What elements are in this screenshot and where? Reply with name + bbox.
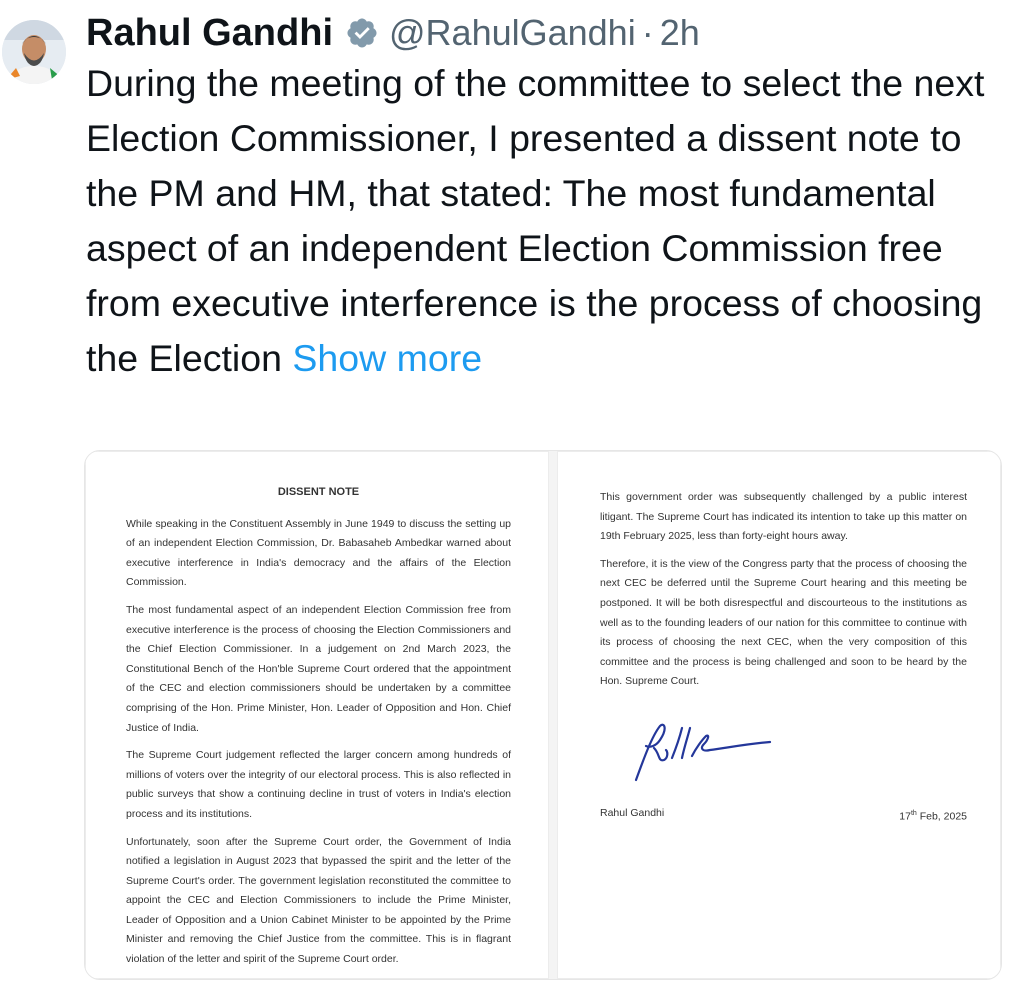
author-avatar[interactable] xyxy=(2,20,66,84)
tweet-media[interactable]: DISSENT NOTE While speaking in the Const… xyxy=(84,450,1002,980)
document-paragraph: Therefore, it is the view of the Congres… xyxy=(600,557,967,688)
author-handle[interactable]: @RahulGandhi xyxy=(389,12,636,54)
document-paragraph: The most fundamental aspect of an indepe… xyxy=(126,603,511,734)
signatory-name: Rahul Gandhi xyxy=(600,806,665,819)
document-title: DISSENT NOTE xyxy=(277,486,360,498)
document-page-2[interactable]: This government order was subsequently c… xyxy=(557,451,1001,979)
tweet-body: During the meeting of the committee to s… xyxy=(86,62,985,379)
signature-image xyxy=(634,723,772,782)
tweet-text: During the meeting of the committee to s… xyxy=(86,56,1011,386)
separator-dot: · xyxy=(641,12,654,53)
tweet-header: Rahul Gandhi @RahulGandhi · 2h xyxy=(86,8,700,58)
document-paragraph: This government order was subsequently c… xyxy=(600,491,967,543)
verified-badge-icon xyxy=(347,18,377,48)
show-more-link[interactable]: Show more xyxy=(292,337,482,379)
document-date: 17th Feb, 2025 xyxy=(899,809,967,823)
document-page-1[interactable]: DISSENT NOTE While speaking in the Const… xyxy=(85,451,549,979)
signature-row: Rahul Gandhi 17th Feb, 2025 xyxy=(600,804,967,827)
tweet-timestamp[interactable]: 2h xyxy=(660,12,700,54)
avatar-image xyxy=(2,20,66,84)
document-paragraph: Unfortunately, soon after the Supreme Co… xyxy=(126,835,511,966)
document-paragraph: While speaking in the Constituent Assemb… xyxy=(126,517,511,589)
author-name[interactable]: Rahul Gandhi xyxy=(86,12,333,55)
document-paragraph: The Supreme Court judgement reflected th… xyxy=(126,749,511,820)
